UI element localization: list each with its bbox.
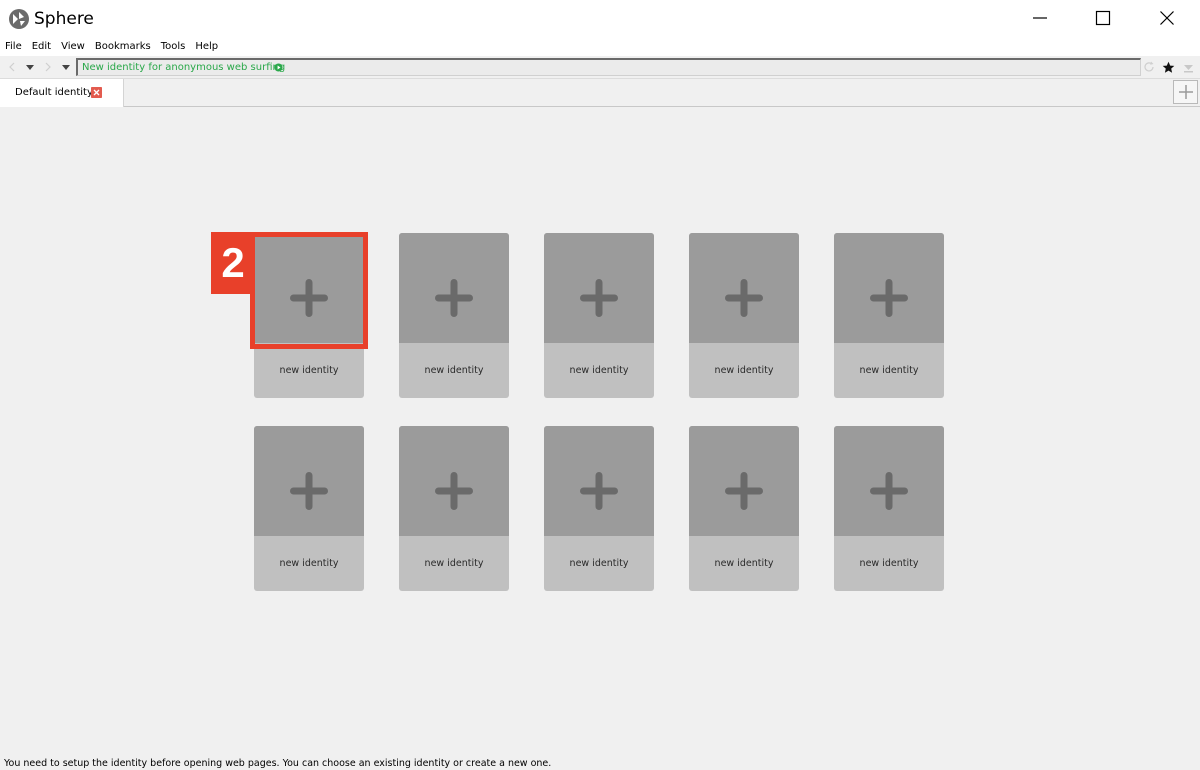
new-identity-card[interactable]: new identity [544,426,654,591]
plus-icon [435,279,473,317]
new-identity-card[interactable]: new identity [399,233,509,398]
menu-file[interactable]: File [0,38,27,56]
minimize-button[interactable] [1008,0,1072,36]
app-title: Sphere [34,9,94,29]
new-identity-card[interactable]: new identity [544,233,654,398]
forward-arrow-icon [45,62,51,72]
card-label: new identity [569,365,629,376]
tab-label: Default identity [15,87,93,98]
download-button[interactable] [1180,59,1196,75]
card-label: new identity [424,365,484,376]
title-bar: Sphere [0,0,1200,38]
plus-icon [435,472,473,510]
menu-edit[interactable]: Edit [27,38,56,56]
card-label: new identity [279,558,339,569]
plus-icon [1178,85,1193,99]
address-text: New identity for anonymous web surfing [82,62,286,73]
go-icon[interactable] [274,63,283,72]
dropdown-arrow-icon [62,65,70,70]
plus-icon [580,279,618,317]
plus-icon [870,472,908,510]
card-thumbnail[interactable] [689,233,799,343]
new-identity-card[interactable]: new identity [254,426,364,591]
menu-bookmarks[interactable]: Bookmarks [90,38,156,56]
back-history-dropdown[interactable] [22,59,38,75]
card-thumbnail[interactable] [834,233,944,343]
card-thumbnail[interactable] [399,233,509,343]
navigation-toolbar: New identity for anonymous web surfing [0,56,1200,79]
forward-history-dropdown[interactable] [58,59,74,75]
tab-default-identity[interactable]: Default identity [0,79,124,107]
annotation-step-badge: 2 [211,232,255,294]
sphere-logo-icon [9,9,29,29]
card-thumbnail[interactable] [544,426,654,536]
minimize-icon [1033,17,1047,19]
status-bar: You need to setup the identity before op… [4,758,552,769]
forward-button[interactable] [40,59,56,75]
tab-bar: Default identity [0,79,1200,107]
star-icon [1162,61,1174,73]
back-arrow-icon [9,62,15,72]
reload-button[interactable] [1141,59,1157,75]
sphere-window: Sphere File Edit View Bookmarks Tools He… [0,0,1200,770]
new-identity-card[interactable]: new identity [399,426,509,591]
plus-icon [870,279,908,317]
card-label: new identity [569,558,629,569]
maximize-button[interactable] [1071,0,1135,36]
new-identity-card[interactable]: new identity [834,233,944,398]
card-label: new identity [714,558,774,569]
plus-icon [725,279,763,317]
new-tab-button[interactable] [1173,80,1198,104]
tab-close-icon[interactable] [91,87,102,98]
card-thumbnail[interactable] [544,233,654,343]
new-identity-card[interactable]: new identity [834,426,944,591]
plus-icon [290,472,328,510]
download-icon [1183,64,1193,72]
close-icon [1160,11,1174,25]
close-button[interactable] [1135,0,1199,36]
annotation-highlight-box [250,232,368,349]
card-label: new identity [279,365,339,376]
reload-icon [1144,61,1154,72]
card-label: new identity [859,365,919,376]
menu-help[interactable]: Help [190,38,223,56]
card-label: new identity [859,558,919,569]
plus-icon [725,472,763,510]
card-thumbnail[interactable] [254,426,364,536]
new-identity-card[interactable]: new identity [689,426,799,591]
plus-icon [580,472,618,510]
bookmark-button[interactable] [1160,59,1176,75]
card-thumbnail[interactable] [689,426,799,536]
dropdown-arrow-icon [26,65,34,70]
new-identity-card[interactable]: new identity [689,233,799,398]
menu-bar: File Edit View Bookmarks Tools Help [0,38,1200,56]
maximize-icon [1095,10,1111,26]
menu-tools[interactable]: Tools [156,38,191,56]
menu-view[interactable]: View [56,38,90,56]
back-button[interactable] [4,59,20,75]
address-bar[interactable]: New identity for anonymous web surfing [76,58,1141,76]
card-label: new identity [714,365,774,376]
card-thumbnail[interactable] [834,426,944,536]
card-thumbnail[interactable] [399,426,509,536]
card-label: new identity [424,558,484,569]
